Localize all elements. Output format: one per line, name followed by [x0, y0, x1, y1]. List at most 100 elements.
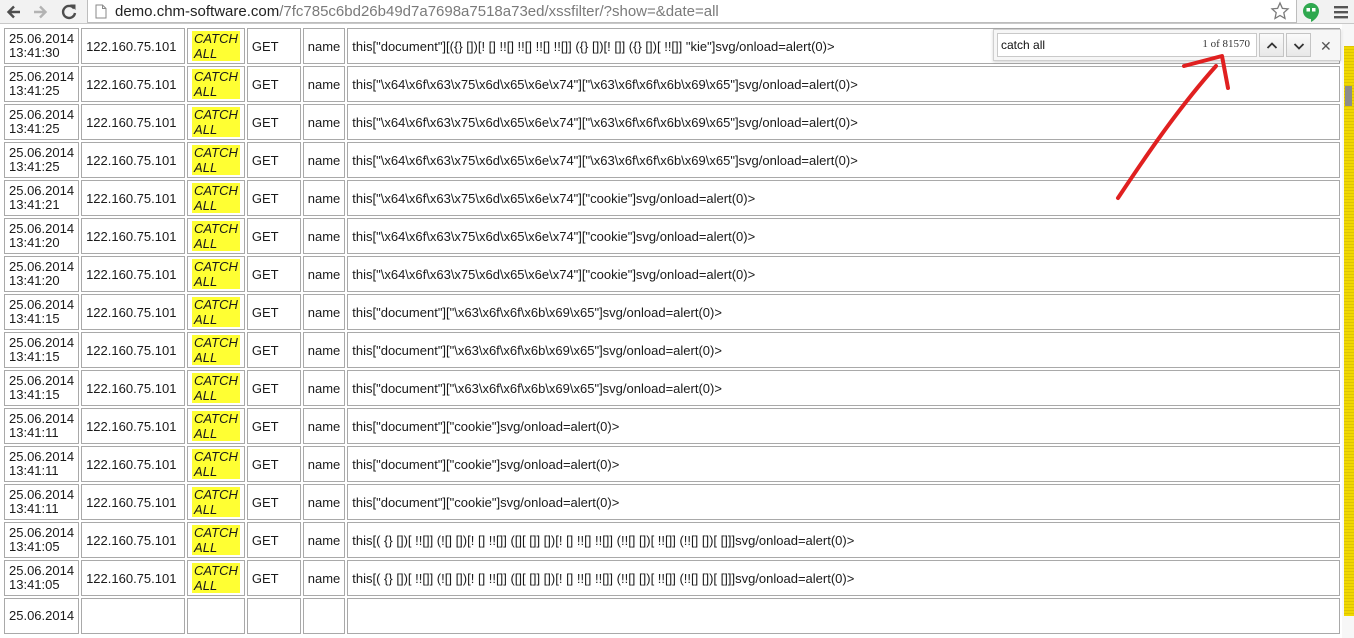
address-bar[interactable]: demo.chm-software.com/7fc785c6bd26b49d7a… [87, 0, 1297, 23]
vertical-scrollbar[interactable] [1342, 24, 1354, 638]
chrome-menu-icon[interactable] [1333, 4, 1349, 25]
ip-cell: 122.160.75.101 [81, 180, 186, 216]
payload-cell: this["document"]["\x63\x6f\x6f\x6b\x69\x… [347, 332, 1340, 368]
filter-tag-cell: CATCH ALL [187, 66, 245, 102]
bookmark-star-icon[interactable] [1270, 1, 1290, 26]
method-cell: GET [246, 294, 301, 330]
catch-all-tag: CATCH ALL [192, 373, 240, 403]
find-box: 1 of 81570 [997, 33, 1257, 57]
table-row: 25.06.2014 13:41:25 122.160.75.101 CATCH ALL… [4, 142, 1340, 178]
time-text: 13:41:05 [9, 539, 60, 554]
find-close-icon[interactable]: ✕ [1320, 39, 1332, 53]
ip-cell: 122.160.75.101 [81, 294, 186, 330]
filter-tag-cell: CATCH ALL [187, 560, 245, 596]
find-next-button[interactable] [1286, 33, 1311, 57]
payload-cell: this["document"]["\x63\x6f\x6f\x6b\x69\x… [347, 370, 1340, 406]
method-cell: GET [246, 142, 301, 178]
reload-icon[interactable] [59, 2, 79, 22]
tag-line-1: CATCH [194, 563, 238, 578]
param-cell: name [302, 294, 346, 330]
method-cell: GET [246, 104, 301, 140]
back-arrow-icon[interactable] [4, 2, 24, 22]
param-cell [302, 598, 346, 634]
date-cell: 25.06.2014 13:41:15 [4, 332, 80, 368]
tag-line-2: ALL [194, 198, 218, 213]
tag-line-2: ALL [194, 312, 218, 327]
payload-cell: this["\x64\x6f\x63\x75\x6d\x65\x6e\x74"]… [347, 256, 1340, 292]
ip-cell: 122.160.75.101 [81, 218, 186, 254]
table-row: 25.06.2014 13:41:05 122.160.75.101 CATCH ALL… [4, 560, 1340, 596]
payload-cell: this["\x64\x6f\x63\x75\x6d\x65\x6e\x74"]… [347, 180, 1340, 216]
method-cell: GET [246, 446, 301, 482]
ip-cell: 122.160.75.101 [81, 332, 186, 368]
catch-all-tag: CATCH ALL [192, 335, 240, 365]
table-row: 25.06.2014 13:41:20 122.160.75.101 CATCH ALL… [4, 256, 1340, 292]
catch-all-tag: CATCH ALL [192, 563, 240, 593]
tag-line-2: ALL [194, 274, 218, 289]
catch-all-tag: CATCH ALL [192, 525, 240, 555]
time-text: 13:41:30 [9, 45, 60, 60]
tag-line-2: ALL [194, 350, 218, 365]
tag-line-1: CATCH [194, 487, 238, 502]
time-text: 13:41:15 [9, 349, 60, 364]
tag-line-1: CATCH [194, 373, 238, 388]
date-text: 25.06.2014 [9, 183, 75, 198]
ip-cell: 122.160.75.101 [81, 142, 186, 178]
tag-line-1: CATCH [194, 107, 238, 122]
param-cell: name [302, 180, 346, 216]
filter-tag-cell: CATCH ALL [187, 294, 245, 330]
table-row: 25.06.2014 13:41:11 122.160.75.101 CATCH ALL… [4, 446, 1340, 482]
scrollbar-thumb[interactable] [1345, 86, 1352, 106]
filter-tag-cell: CATCH ALL [187, 370, 245, 406]
ip-cell: 122.160.75.101 [81, 484, 186, 520]
tag-line-2: ALL [194, 540, 218, 555]
payload-cell: this["document"]["cookie"]svg/onload=ale… [347, 408, 1340, 444]
table-row: 25.06.2014 13:41:05 122.160.75.101 CATCH ALL… [4, 522, 1340, 558]
tag-line-1: CATCH [194, 525, 238, 540]
ip-cell: 122.160.75.101 [81, 560, 186, 596]
time-text: 13:41:25 [9, 121, 60, 136]
method-cell: GET [246, 218, 301, 254]
time-text: 13:41:11 [9, 425, 59, 440]
table-row: 25.06.2014 13:41:15 122.160.75.101 CATCH ALL… [4, 370, 1340, 406]
param-cell: name [302, 484, 346, 520]
time-text: 13:41:20 [9, 273, 60, 288]
date-text: 25.06.2014 [9, 373, 75, 388]
find-input[interactable] [1001, 36, 1181, 54]
find-match-count: 1 of 81570 [1202, 38, 1250, 50]
tag-line-1: CATCH [194, 335, 238, 350]
ip-cell: 122.160.75.101 [81, 104, 186, 140]
table-row: 25.06.2014 13:41:15 122.160.75.101 CATCH ALL… [4, 294, 1340, 330]
time-text: 13:41:25 [9, 159, 60, 174]
payload-cell: this["\x64\x6f\x63\x75\x6d\x65\x6e\x74"]… [347, 142, 1340, 178]
date-text: 25.06.2014 [9, 31, 75, 46]
param-cell: name [302, 332, 346, 368]
ip-cell: 122.160.75.101 [81, 256, 186, 292]
payload-cell: this["\x64\x6f\x63\x75\x6d\x65\x6e\x74"]… [347, 218, 1340, 254]
filter-tag-cell: CATCH ALL [187, 408, 245, 444]
date-cell: 25.06.2014 13:41:11 [4, 408, 80, 444]
forward-arrow-icon[interactable] [30, 2, 50, 22]
tag-line-1: CATCH [194, 31, 238, 46]
hangouts-extension-icon[interactable] [1302, 2, 1320, 27]
date-text: 25.06.2014 [9, 259, 75, 274]
method-cell: GET [246, 408, 301, 444]
date-text: 25.06.2014 [9, 449, 75, 464]
method-cell: GET [246, 28, 301, 64]
param-cell: name [302, 446, 346, 482]
tag-line-2: ALL [194, 122, 218, 137]
tag-line-1: CATCH [194, 183, 238, 198]
time-text: 13:41:11 [9, 501, 59, 516]
method-cell: GET [246, 370, 301, 406]
date-text: 25.06.2014 [9, 335, 75, 350]
find-previous-button[interactable] [1259, 33, 1284, 57]
method-cell: GET [246, 484, 301, 520]
tag-line-2: ALL [194, 578, 218, 593]
time-text: 13:41:21 [9, 197, 60, 212]
catch-all-tag: CATCH ALL [192, 259, 240, 289]
filter-tag-cell [187, 598, 245, 634]
date-cell: 25.06.2014 13:41:11 [4, 484, 80, 520]
filter-tag-cell: CATCH ALL [187, 522, 245, 558]
table-row: 25.06.2014 [4, 598, 1340, 634]
date-cell: 25.06.2014 13:41:25 [4, 104, 80, 140]
